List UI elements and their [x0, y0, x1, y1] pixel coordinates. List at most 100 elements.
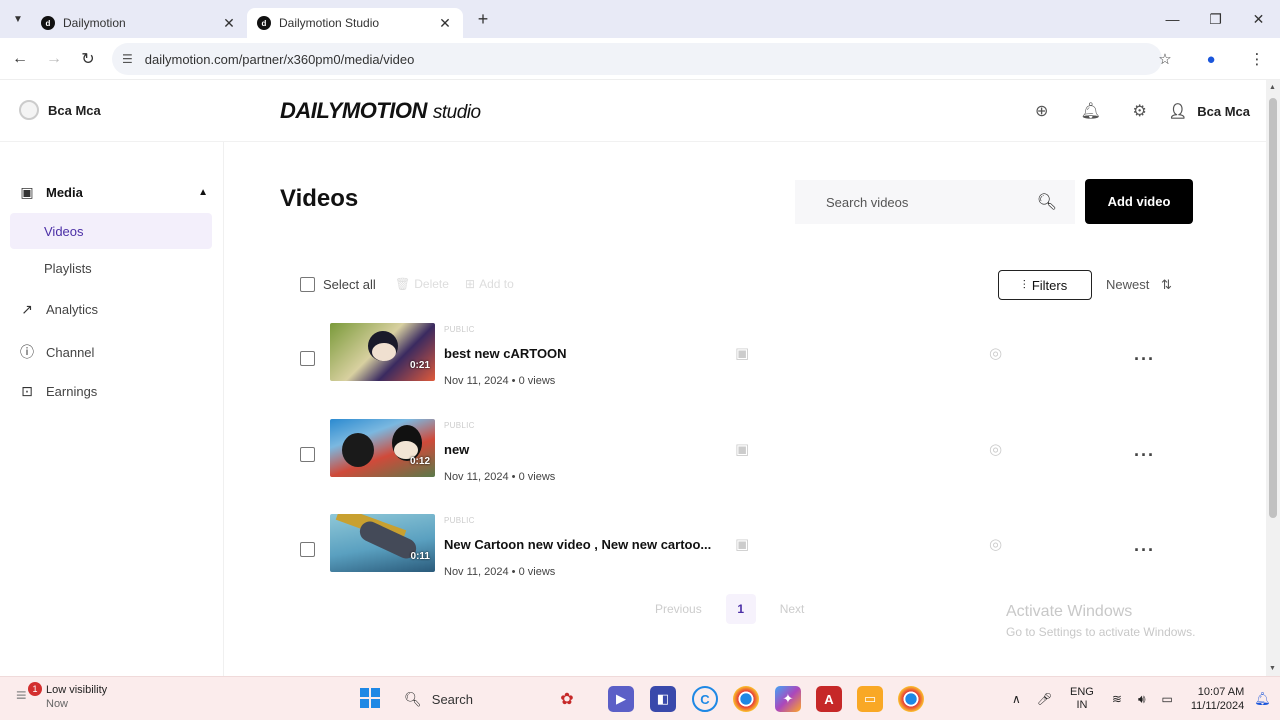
add-to-playlist-icon: ⊞ [465, 277, 476, 291]
sidebar-item-earnings[interactable]: ⊡ Earnings [18, 383, 97, 400]
weather-title: Low visibility [46, 684, 108, 696]
search-icon: 🔍︎ [404, 690, 422, 707]
create-plus-icon[interactable]: ⊕ [1017, 101, 1066, 121]
sidebar-item-channel[interactable]: ⓘ Channel [18, 342, 94, 362]
profile-icon[interactable]: ● [1188, 51, 1234, 68]
microphone-icon[interactable]: 🎤︎ [1037, 692, 1052, 706]
sort-label: Newest [1106, 277, 1150, 292]
more-options-icon[interactable]: ··· [1134, 445, 1155, 466]
settings-gear-icon[interactable]: ⚙ [1115, 101, 1164, 121]
dailymotion-favicon-icon: d [41, 16, 55, 30]
language-indicator[interactable]: ENG IN [1070, 686, 1094, 712]
watermark-title: Activate Windows [1006, 603, 1133, 620]
windows-activation-watermark: Activate Windows Go to Settings to activ… [1006, 603, 1195, 639]
clock-time: 10:07 AM [1197, 686, 1245, 698]
minimize-icon[interactable]: — [1151, 11, 1194, 27]
browser-menu-icon[interactable]: ⋮ [1234, 50, 1280, 68]
volume-icon[interactable]: 🔊︎ [1138, 692, 1146, 707]
sidebar-item-analytics[interactable]: ↗ Analytics [18, 301, 98, 318]
scrollbar-thumb[interactable] [1269, 98, 1277, 518]
account-switcher[interactable]: Bca Mca [19, 100, 101, 120]
new-tab-plus-icon[interactable]: + [473, 9, 493, 30]
scroll-up-arrow-icon[interactable]: ▲ [1269, 84, 1276, 91]
sidebar: ▣ Media ▲ Videos Playlists ↗ Analytics ⓘ… [0, 142, 224, 676]
row-checkbox[interactable] [300, 351, 315, 366]
forward-arrow-icon[interactable]: → [37, 50, 71, 68]
video-title[interactable]: New Cartoon new video , New new cartoo..… [444, 537, 711, 552]
more-options-icon[interactable]: ··· [1134, 540, 1155, 561]
tab-dailymotion-studio[interactable]: d Dailymotion Studio ✕ [247, 8, 463, 38]
fog-weather-icon: ≡ 1 [16, 682, 42, 709]
list-toolbar: Select all 🗑︎ Delete ⊞ Add to ⫶ Filters … [300, 270, 1200, 300]
video-thumbnail[interactable]: 0:21 [330, 323, 435, 381]
video-title[interactable]: best new cARTOON [444, 346, 567, 361]
row-checkbox[interactable] [300, 542, 315, 557]
dailymotion-studio-logo[interactable]: DAILYMOTION studio [280, 98, 481, 124]
search-input[interactable]: Search videos 🔍︎ [795, 180, 1075, 224]
chrome-icon[interactable] [733, 686, 759, 712]
sidebar-item-media[interactable]: ▣ Media ▲ [18, 184, 208, 201]
copilot-icon[interactable]: ✦ [775, 686, 801, 712]
url-field[interactable]: ☰ dailymotion.com/partner/x360pm0/media/… [112, 43, 1162, 75]
filters-label: Filters [1031, 277, 1068, 293]
video-meta: Nov 11, 2024 • 0 views [444, 471, 556, 483]
geoblock-icon: ◎ [989, 345, 1003, 362]
tab-search-dropdown-icon[interactable]: ▼ [5, 6, 31, 32]
wifi-icon[interactable]: ≋ [1112, 692, 1122, 706]
video-thumbnail[interactable]: 0:12 [330, 419, 435, 477]
notification-bell-icon[interactable]: 🔔︎ [1254, 691, 1271, 707]
add-to-button[interactable]: ⊞ Add to [465, 277, 514, 291]
clock[interactable]: 10:07 AM 11/11/2024 [1191, 685, 1244, 713]
system-tray: ∧ 🎤︎ ENG IN ≋ 🔊︎ ▭ 10:07 AM 11/11/2024 🔔… [1004, 677, 1271, 721]
teams-icon[interactable]: ▶ [608, 686, 634, 712]
close-tab-icon[interactable]: ✕ [437, 15, 453, 32]
current-page-button[interactable]: 1 [725, 594, 756, 624]
flowers-widget-icon[interactable]: ✿ [554, 686, 580, 712]
sidebar-item-videos[interactable]: Videos [10, 213, 212, 249]
store-icon[interactable]: ◧ [650, 686, 676, 712]
back-arrow-icon[interactable]: ← [3, 50, 37, 68]
page-scrollbar[interactable]: ▲ ▼ [1266, 80, 1280, 676]
user-menu[interactable]: 👤︎ Bca Mca [1168, 102, 1250, 120]
filters-button[interactable]: ⫶ Filters [998, 270, 1092, 300]
chrome-active-icon[interactable] [898, 686, 924, 712]
more-options-icon[interactable]: ··· [1134, 349, 1155, 370]
video-row[interactable]: 0:12 PUBLIC new Nov 11, 2024 • 0 views ▣… [300, 419, 1200, 499]
money-icon: ⊡ [21, 383, 33, 399]
add-video-button[interactable]: Add video [1085, 179, 1193, 224]
next-page-button[interactable]: Next [780, 602, 805, 616]
windows-start-icon[interactable] [360, 688, 380, 708]
video-thumbnail[interactable]: 0:11 [330, 514, 435, 572]
copilot-c-icon[interactable]: C [692, 686, 718, 712]
bookmark-star-icon[interactable]: ☆ [1142, 50, 1188, 68]
notification-badge: 1 [28, 682, 42, 696]
scroll-down-arrow-icon[interactable]: ▼ [1269, 665, 1276, 672]
close-tab-icon[interactable]: ✕ [221, 15, 237, 32]
delete-button[interactable]: 🗑︎ Delete [395, 277, 449, 291]
tab-dailymotion[interactable]: d Dailymotion ✕ [31, 8, 247, 38]
video-title[interactable]: new [444, 442, 469, 457]
sort-dropdown[interactable]: Newest ⇅ [1106, 277, 1172, 293]
row-checkbox[interactable] [300, 447, 315, 462]
chevron-up-icon[interactable]: ▲ [198, 187, 208, 198]
search-icon[interactable]: 🔍︎ [1037, 192, 1057, 212]
weather-widget[interactable]: ≡ 1 Low visibility Now [16, 682, 108, 711]
video-row[interactable]: 0:11 PUBLIC New Cartoon new video , New … [300, 514, 1200, 594]
file-explorer-icon[interactable]: ▭ [857, 686, 883, 712]
battery-icon[interactable]: ▭ [1162, 692, 1173, 706]
acrobat-icon[interactable]: A [816, 686, 842, 712]
select-all[interactable]: Select all [300, 277, 376, 292]
site-settings-icon[interactable]: ☰ [122, 52, 133, 66]
video-row[interactable]: 0:21 PUBLIC best new cARTOON Nov 11, 202… [300, 323, 1200, 403]
geoblock-icon: ◎ [989, 536, 1003, 553]
select-all-checkbox[interactable] [300, 277, 315, 292]
previous-page-button[interactable]: Previous [655, 602, 702, 616]
notifications-bell-icon[interactable]: 🔔︎ [1066, 101, 1115, 121]
restore-icon[interactable]: ❐ [1194, 11, 1237, 28]
sidebar-item-playlists[interactable]: Playlists [10, 250, 212, 286]
chevron-up-icon[interactable]: ∧ [1012, 692, 1021, 706]
video-meta: Nov 11, 2024 • 0 views [444, 375, 556, 387]
language-code: ENG [1070, 686, 1094, 698]
reload-icon[interactable]: ↻ [71, 49, 105, 69]
close-window-icon[interactable]: ✕ [1237, 11, 1280, 28]
